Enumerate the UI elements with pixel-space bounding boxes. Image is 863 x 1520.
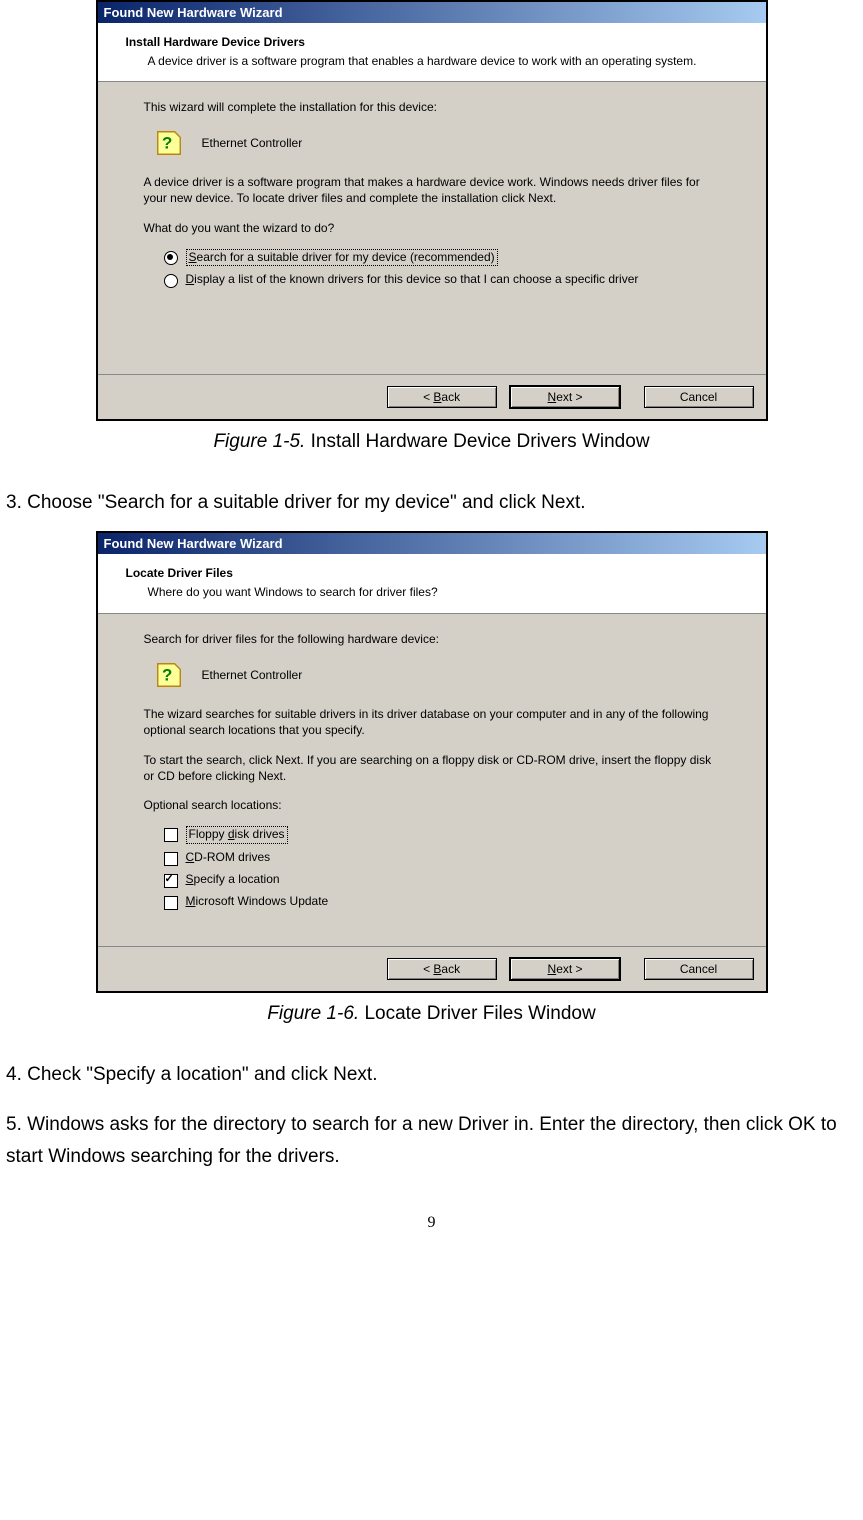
dialog-header-subtitle: Where do you want Windows to search for …: [148, 584, 746, 600]
radio-label: Search for a suitable driver for my devi…: [186, 249, 498, 267]
dialog-header: Install Hardware Device Drivers A device…: [98, 23, 766, 82]
dialog-button-row: < Back Next > Cancel: [98, 374, 766, 419]
optional-locations-label: Optional search locations:: [144, 798, 720, 812]
radio-display-list[interactable]: Display a list of the known drivers for …: [164, 272, 720, 288]
checkbox-label: Specify a location: [186, 872, 280, 888]
radio-search-suitable[interactable]: Search for a suitable driver for my devi…: [164, 249, 720, 267]
checkbox-icon: [164, 874, 178, 888]
cancel-button[interactable]: Cancel: [644, 958, 754, 980]
cancel-button[interactable]: Cancel: [644, 386, 754, 408]
svg-text:?: ?: [161, 665, 171, 684]
search-explanation-2: To start the search, click Next. If you …: [144, 752, 720, 784]
figure-1-5-caption: Figure 1-5. Install Hardware Device Driv…: [0, 431, 863, 453]
locate-files-dialog: Found New Hardware Wizard Locate Driver …: [96, 531, 768, 992]
dialog-button-row: < Back Next > Cancel: [98, 946, 766, 991]
radio-icon: [164, 274, 178, 288]
radio-label: Display a list of the known drivers for …: [186, 272, 639, 288]
checkbox-icon: [164, 852, 178, 866]
step-5-text: 5. Windows asks for the directory to sea…: [6, 1109, 857, 1174]
dialog-body: This wizard will complete the installati…: [98, 82, 766, 374]
next-button[interactable]: Next >: [509, 385, 621, 409]
back-button[interactable]: < Back: [387, 386, 497, 408]
dialog-header-subtitle: A device driver is a software program th…: [148, 53, 746, 69]
radio-icon: [164, 251, 178, 265]
checkbox-cdrom[interactable]: CD-ROM drives: [164, 850, 720, 866]
dialog-body: Search for driver files for the followin…: [98, 614, 766, 946]
wizard-question: What do you want the wizard to do?: [144, 221, 720, 235]
page-number: 9: [0, 1214, 863, 1232]
checkbox-icon: [164, 828, 178, 842]
dialog-header-title: Locate Driver Files: [126, 566, 746, 580]
checkbox-windows-update[interactable]: Microsoft Windows Update: [164, 894, 720, 910]
device-name: Ethernet Controller: [202, 668, 303, 682]
svg-text:?: ?: [161, 134, 171, 153]
back-button[interactable]: < Back: [387, 958, 497, 980]
step-3-text: 3. Choose "Search for a suitable driver …: [6, 487, 857, 519]
dialog-header: Locate Driver Files Where do you want Wi…: [98, 554, 766, 613]
question-icon: ?: [154, 128, 184, 158]
checkbox-icon: [164, 896, 178, 910]
figure-1-6-caption: Figure 1-6. Locate Driver Files Window: [0, 1003, 863, 1025]
dialog-header-title: Install Hardware Device Drivers: [126, 35, 746, 49]
dialog-titlebar[interactable]: Found New Hardware Wizard: [98, 2, 766, 23]
search-explanation-1: The wizard searches for suitable drivers…: [144, 706, 720, 738]
driver-explanation: A device driver is a software program th…: [144, 174, 720, 206]
checkbox-specify-location[interactable]: Specify a location: [164, 872, 720, 888]
checkbox-label: Microsoft Windows Update: [186, 894, 329, 910]
question-icon: ?: [154, 660, 184, 690]
install-prompt: This wizard will complete the installati…: [144, 100, 720, 114]
device-name: Ethernet Controller: [202, 136, 303, 150]
checkbox-floppy[interactable]: Floppy disk drives: [164, 826, 720, 844]
device-row: ? Ethernet Controller: [154, 660, 720, 690]
checkbox-label: Floppy disk drives: [186, 826, 288, 844]
dialog-titlebar[interactable]: Found New Hardware Wizard: [98, 533, 766, 554]
next-button[interactable]: Next >: [509, 957, 621, 981]
checkbox-label: CD-ROM drives: [186, 850, 271, 866]
device-row: ? Ethernet Controller: [154, 128, 720, 158]
search-prompt: Search for driver files for the followin…: [144, 632, 720, 646]
step-4-text: 4. Check "Specify a location" and click …: [6, 1059, 857, 1091]
install-drivers-dialog: Found New Hardware Wizard Install Hardwa…: [96, 0, 768, 421]
